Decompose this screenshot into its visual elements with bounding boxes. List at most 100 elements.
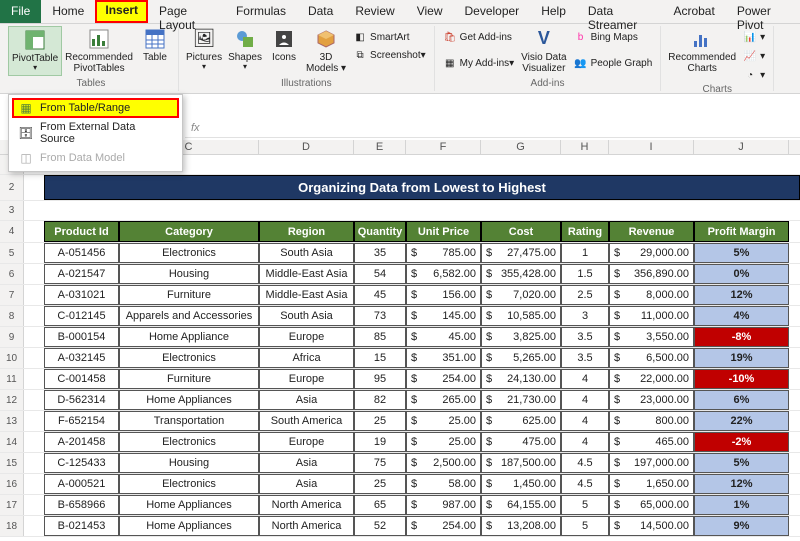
- cell-revenue[interactable]: $ 29,000.00: [609, 243, 694, 263]
- tab-file[interactable]: File: [0, 0, 41, 23]
- cell-cost[interactable]: $ 21,730.00: [481, 390, 561, 410]
- cell-region[interactable]: Middle-East Asia: [259, 264, 354, 284]
- cell-category[interactable]: Furniture: [119, 285, 259, 305]
- col-E[interactable]: E: [354, 140, 406, 154]
- cell-cost[interactable]: $ 24,130.00: [481, 369, 561, 389]
- cell-revenue[interactable]: $ 1,650.00: [609, 474, 694, 494]
- cell-product[interactable]: F-652154: [44, 411, 119, 431]
- cell-revenue[interactable]: $ 3,550.00: [609, 327, 694, 347]
- cell-product[interactable]: A-201458: [44, 432, 119, 452]
- cell-product[interactable]: A-051456: [44, 243, 119, 263]
- row-4[interactable]: 4: [0, 221, 24, 242]
- table-row[interactable]: 15C-125433HousingAsia75$2,500.00$187,500…: [0, 453, 800, 474]
- cell-qty[interactable]: 25: [354, 474, 406, 494]
- cell-unitprice[interactable]: $254.00: [406, 369, 481, 389]
- tab-acrobat[interactable]: Acrobat: [662, 0, 725, 23]
- row-num[interactable]: 5: [0, 243, 24, 263]
- cell-revenue[interactable]: $ 23,000.00: [609, 390, 694, 410]
- cell-rating[interactable]: 3.5: [561, 327, 609, 347]
- smartart-button[interactable]: ◧SmartArt: [349, 28, 430, 46]
- cell-unitprice[interactable]: $45.00: [406, 327, 481, 347]
- cell-region[interactable]: North America: [259, 495, 354, 515]
- cell-cost[interactable]: $355,428.00: [481, 264, 561, 284]
- cell-product[interactable]: A-032145: [44, 348, 119, 368]
- cell-category[interactable]: Home Appliances: [119, 390, 259, 410]
- table-row[interactable]: 14A-201458ElectronicsEurope19$25.00$ 475…: [0, 432, 800, 453]
- cell-region[interactable]: Asia: [259, 453, 354, 473]
- cell-profitmargin[interactable]: 12%: [694, 474, 789, 494]
- tab-home[interactable]: Home: [41, 0, 95, 23]
- recommended-charts-button[interactable]: RecommendedCharts: [665, 26, 739, 76]
- cell-profitmargin[interactable]: 4%: [694, 306, 789, 326]
- cell-category[interactable]: Electronics: [119, 432, 259, 452]
- icons-button[interactable]: Icons: [265, 26, 303, 65]
- cell-product[interactable]: D-562314: [44, 390, 119, 410]
- cell-qty[interactable]: 52: [354, 516, 406, 536]
- cell-rating[interactable]: 2.5: [561, 285, 609, 305]
- cell-rating[interactable]: 4: [561, 411, 609, 431]
- cell-qty[interactable]: 19: [354, 432, 406, 452]
- cell-rating[interactable]: 5: [561, 516, 609, 536]
- chart-pie-button[interactable]: ◔▾: [739, 66, 769, 84]
- row-2[interactable]: 2: [0, 175, 24, 200]
- col-H[interactable]: H: [561, 140, 609, 154]
- cell-rating[interactable]: 1: [561, 243, 609, 263]
- col-D[interactable]: D: [259, 140, 354, 154]
- screenshot-button[interactable]: ⧉Screenshot ▾: [349, 46, 430, 64]
- cell-category[interactable]: Electronics: [119, 243, 259, 263]
- cell-region[interactable]: South Asia: [259, 306, 354, 326]
- cell-cost[interactable]: $ 7,020.00: [481, 285, 561, 305]
- cell-revenue[interactable]: $197,000.00: [609, 453, 694, 473]
- tab-powerpivot[interactable]: Power Pivot: [726, 0, 800, 23]
- cell-region[interactable]: Europe: [259, 432, 354, 452]
- row-num[interactable]: 14: [0, 432, 24, 452]
- tab-developer[interactable]: Developer: [453, 0, 530, 23]
- cell-qty[interactable]: 45: [354, 285, 406, 305]
- cell-unitprice[interactable]: $6,582.00: [406, 264, 481, 284]
- row-num[interactable]: 16: [0, 474, 24, 494]
- cell-cost[interactable]: $ 27,475.00: [481, 243, 561, 263]
- bingmaps-button[interactable]: bBing Maps: [570, 28, 657, 46]
- cell-revenue[interactable]: $ 14,500.00: [609, 516, 694, 536]
- cell-product[interactable]: A-031021: [44, 285, 119, 305]
- shapes-button[interactable]: Shapes▾: [225, 26, 265, 74]
- col-G[interactable]: G: [481, 140, 561, 154]
- cell-cost[interactable]: $ 3,825.00: [481, 327, 561, 347]
- col-F[interactable]: F: [406, 140, 481, 154]
- cell-product[interactable]: C-125433: [44, 453, 119, 473]
- table-row[interactable]: 9B-000154Home ApplianceEurope85$45.00$ 3…: [0, 327, 800, 348]
- table-row[interactable]: 5A-051456ElectronicsSouth Asia35$785.00$…: [0, 243, 800, 264]
- cell-unitprice[interactable]: $156.00: [406, 285, 481, 305]
- cell-profitmargin[interactable]: 22%: [694, 411, 789, 431]
- cell-category[interactable]: Housing: [119, 264, 259, 284]
- cell-qty[interactable]: 73: [354, 306, 406, 326]
- cell-revenue[interactable]: $ 22,000.00: [609, 369, 694, 389]
- row-num[interactable]: 15: [0, 453, 24, 473]
- cell-profitmargin[interactable]: 9%: [694, 516, 789, 536]
- cell-category[interactable]: Home Appliances: [119, 495, 259, 515]
- 3dmodels-button[interactable]: 3DModels ▾: [303, 26, 349, 76]
- table-row[interactable]: 12D-562314Home AppliancesAsia82$265.00$ …: [0, 390, 800, 411]
- formula-bar[interactable]: fx: [185, 118, 800, 138]
- table-row[interactable]: 7A-031021FurnitureMiddle-East Asia45$156…: [0, 285, 800, 306]
- cell-rating[interactable]: 1.5: [561, 264, 609, 284]
- cell-rating[interactable]: 4: [561, 369, 609, 389]
- cell-rating[interactable]: 5: [561, 495, 609, 515]
- cell-cost[interactable]: $ 1,450.00: [481, 474, 561, 494]
- cell-profitmargin[interactable]: 5%: [694, 453, 789, 473]
- from-external-source[interactable]: 🗄From External Data Source: [12, 118, 179, 148]
- cell-region[interactable]: South America: [259, 411, 354, 431]
- cell-revenue[interactable]: $ 6,500.00: [609, 348, 694, 368]
- row-num[interactable]: 17: [0, 495, 24, 515]
- cell-qty[interactable]: 54: [354, 264, 406, 284]
- row-num[interactable]: 9: [0, 327, 24, 347]
- table-row[interactable]: 6A-021547HousingMiddle-East Asia54$6,582…: [0, 264, 800, 285]
- row-num[interactable]: 18: [0, 516, 24, 536]
- row-num[interactable]: 10: [0, 348, 24, 368]
- cell-product[interactable]: B-658966: [44, 495, 119, 515]
- table-row[interactable]: 17B-658966Home AppliancesNorth America65…: [0, 495, 800, 516]
- cell-unitprice[interactable]: $58.00: [406, 474, 481, 494]
- row-num[interactable]: 8: [0, 306, 24, 326]
- cell-profitmargin[interactable]: 19%: [694, 348, 789, 368]
- cell-cost[interactable]: $ 64,155.00: [481, 495, 561, 515]
